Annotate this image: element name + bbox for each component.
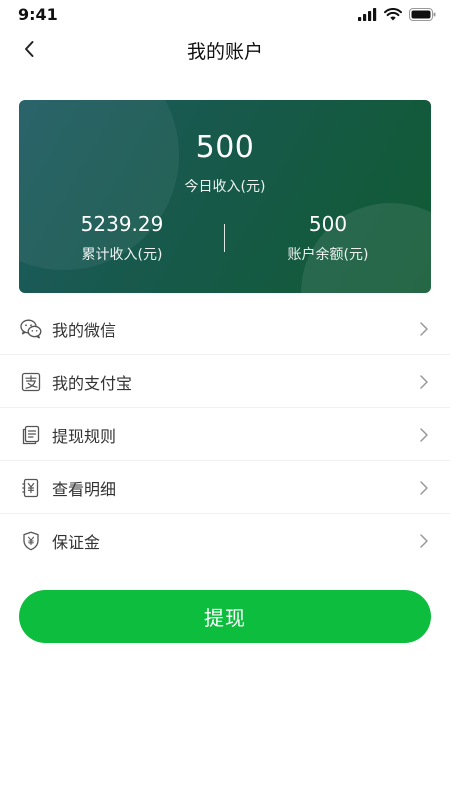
menu-item-label: 提现规则 [52,427,117,446]
cellular-signal-icon [358,8,377,21]
menu-item-label: 我的微信 [52,321,117,340]
status-bar: 9:41 [0,0,450,32]
total-income-value: 5239.29 [80,212,164,236]
nav-bar: 我的账户 [0,32,450,70]
balance-label: 账户余额(元) [287,247,369,263]
menu-item-label: 查看明细 [52,480,117,499]
document-icon [20,424,42,446]
withdraw-button[interactable]: 提现 [19,590,431,643]
wechat-icon [20,318,42,340]
menu-item-label: 保证金 [52,533,101,552]
page-title: 我的账户 [186,41,263,63]
chevron-right-icon [420,375,428,389]
chevron-right-icon [420,322,428,336]
total-income-stat: 5239.29 累计收入(元) [19,212,225,264]
battery-icon [409,8,436,21]
balance-value: 500 [308,212,348,236]
today-income-value: 500 [195,130,255,165]
chevron-right-icon [420,534,428,548]
account-summary-card: 500 今日收入(元) 5239.29 累计收入(元) 500 账户余额(元) [19,100,431,293]
menu-item-withdraw-rules[interactable]: 提现规则 [0,408,450,461]
alipay-icon [20,371,42,393]
menu-list: 我的微信 我的支付宝 提现规则 查看明细 保证金 [0,302,450,567]
total-income-label: 累计收入(元) [81,247,163,263]
menu-item-deposit[interactable]: 保证金 [0,514,450,567]
menu-item-label: 我的支付宝 [52,374,133,393]
status-icons [358,8,436,21]
shield-icon [20,530,42,552]
today-income-label: 今日收入(元) [184,179,266,195]
menu-item-alipay[interactable]: 我的支付宝 [0,355,450,408]
menu-item-wechat[interactable]: 我的微信 [0,302,450,355]
chevron-right-icon [420,481,428,495]
chevron-right-icon [420,428,428,442]
status-time: 9:41 [18,5,58,24]
balance-stat: 500 账户余额(元) [225,212,431,264]
menu-item-details[interactable]: 查看明细 [0,461,450,514]
receipt-icon [20,477,42,499]
wifi-icon [384,8,402,21]
